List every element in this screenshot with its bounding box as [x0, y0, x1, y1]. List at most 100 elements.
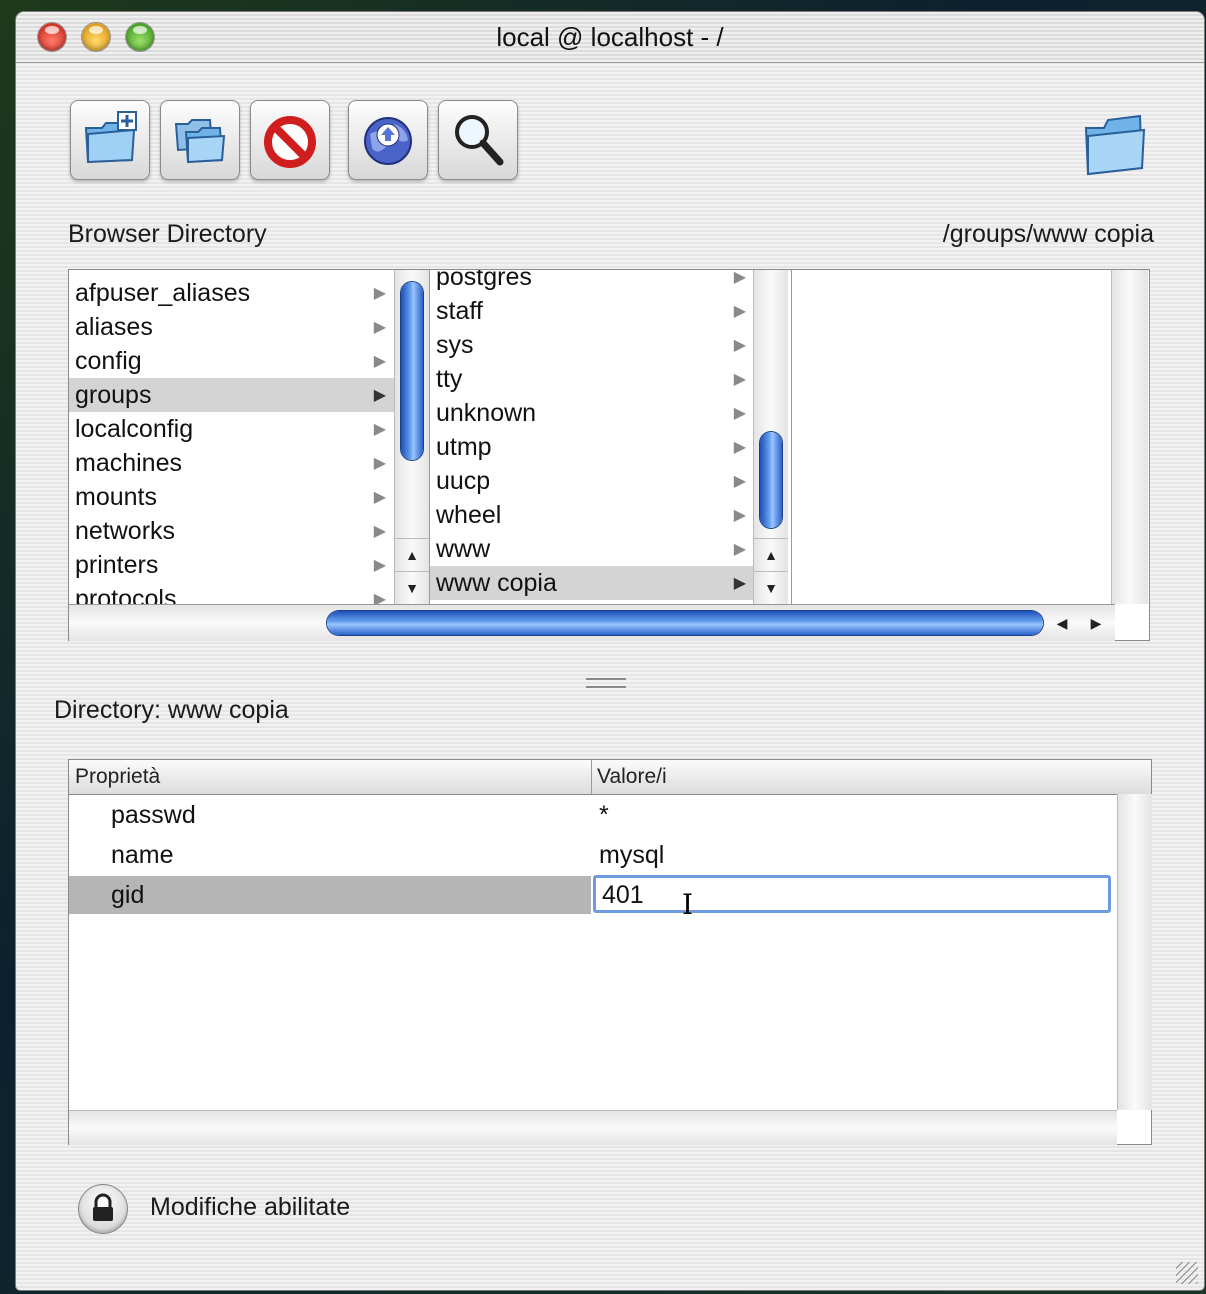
browser-item[interactable]: tty ▶ [430, 362, 754, 396]
browser-item-label: groups [75, 381, 152, 409]
title-bar[interactable]: local @ localhost - / [16, 12, 1204, 63]
browser-item-label: www [436, 535, 491, 563]
duplicate-directory-button[interactable] [160, 100, 240, 180]
folder-plus-icon [84, 111, 137, 164]
disclosure-arrow-icon: ▶ [373, 421, 386, 438]
browser-item[interactable]: unknown ▶ [430, 396, 754, 430]
browser-item-label: sys [436, 331, 474, 359]
column-1-scrollbar[interactable]: ▲ ▼ [394, 270, 429, 604]
property-key: name [111, 841, 174, 869]
folders-icon [174, 119, 226, 164]
value-edit-field[interactable]: 401 I [593, 875, 1111, 921]
window-title: local @ localhost - / [496, 22, 724, 52]
browser-item[interactable]: www copia ▶ [430, 566, 754, 600]
disclosure-arrow-icon: ▶ [733, 303, 746, 320]
horizontal-scroll-thumb[interactable] [327, 611, 1043, 635]
disclosure-arrow-icon: ▶ [733, 337, 746, 354]
lock-button[interactable] [78, 1184, 128, 1234]
selection-highlight [69, 876, 591, 914]
network-button[interactable] [348, 100, 428, 180]
browser-item[interactable]: config ▶ [69, 344, 394, 378]
property-key: passwd [111, 801, 196, 829]
browser-item-label: www copia [436, 569, 557, 597]
column-3-scrollbar[interactable] [1111, 270, 1148, 604]
browser-item[interactable]: utmp ▶ [430, 430, 754, 464]
table-vertical-scrollbar[interactable] [1117, 794, 1152, 1110]
search-button[interactable] [438, 100, 518, 180]
browser-column-1: afpuser_aliases ▶ aliases ▶ config ▶ groups ▶ lo… [69, 270, 394, 604]
browser-horizontal-scrollbar[interactable]: ◀ ▶ [69, 604, 1115, 641]
browser-item[interactable]: afpuser_aliases ▶ [69, 276, 394, 310]
browser-item[interactable]: localconfig ▶ [69, 412, 394, 446]
browser-item[interactable]: networks ▶ [69, 514, 394, 548]
browser-item[interactable]: protocols ▶ [69, 582, 394, 604]
property-value: mysql [599, 841, 665, 869]
browser-item[interactable]: uucp ▶ [430, 464, 754, 498]
disclosure-arrow-icon: ▶ [373, 523, 386, 540]
browser-item[interactable]: mounts ▶ [69, 480, 394, 514]
directory-label: Directory: www copia [54, 696, 289, 724]
browser-directory-label: Browser Directory [68, 220, 267, 248]
lock-status-label: Modifiche abilitate [150, 1193, 351, 1221]
property-key: gid [111, 881, 145, 909]
browser-item[interactable]: staff ▶ [430, 294, 754, 328]
disclosure-arrow-icon: ▶ [733, 270, 746, 286]
table-header: Proprietà Valore/i [69, 760, 1151, 795]
column-2-scrollbar[interactable]: ▲ ▼ [753, 270, 788, 604]
browser-item-label: uucp [436, 467, 491, 495]
disclosure-arrow-icon: ▶ [733, 405, 746, 422]
column-2-scroll-thumb[interactable] [760, 432, 782, 528]
split-view-divider[interactable] [586, 678, 626, 688]
directory-browser: afpuser_aliases ▶ aliases ▶ config ▶ groups ▶ lo… [68, 269, 1150, 641]
browser-item-label: mounts [75, 483, 157, 511]
browser-item[interactable]: machines ▶ [69, 446, 394, 480]
scroll-down-arrow[interactable]: ▼ [395, 571, 429, 604]
browser-item[interactable]: postgres ▶ [430, 270, 754, 294]
disclosure-arrow-icon: ▶ [733, 575, 746, 592]
property-column-header[interactable]: Proprietà [75, 765, 160, 789]
lock-icon [93, 1193, 113, 1221]
browser-item-label: afpuser_aliases [75, 279, 251, 307]
magnifier-icon [455, 115, 504, 166]
browser-item-label: localconfig [75, 415, 194, 443]
delete-directory-button[interactable] [250, 100, 330, 180]
scroll-left-arrow[interactable]: ◀ [1045, 605, 1079, 641]
browser-item-label: networks [75, 517, 176, 545]
current-path-label: /groups/www copia [942, 220, 1154, 248]
table-row[interactable]: name mysql [69, 836, 1117, 874]
column-divider[interactable] [591, 760, 592, 794]
browser-item-label: config [75, 347, 142, 375]
browser-item-label: utmp [436, 433, 492, 461]
browser-item[interactable]: sys ▶ [430, 328, 754, 362]
new-directory-button[interactable] [70, 100, 150, 180]
scroll-down-arrow[interactable]: ▼ [754, 571, 788, 604]
properties-table: Proprietà Valore/i passwd * name mysql g… [68, 759, 1152, 1145]
disclosure-arrow-icon: ▶ [373, 387, 386, 404]
value-column-header[interactable]: Valore/i [597, 765, 667, 789]
disclosure-arrow-icon: ▶ [373, 557, 386, 574]
disclosure-arrow-icon: ▶ [733, 541, 746, 558]
browser-item-label: protocols [75, 585, 177, 604]
scroll-up-arrow[interactable]: ▲ [754, 538, 788, 571]
browser-item-label: aliases [75, 313, 153, 341]
disclosure-arrow-icon: ▶ [373, 319, 386, 336]
column-1-scroll-thumb[interactable] [401, 282, 423, 460]
browser-item[interactable]: wheel ▶ [430, 498, 754, 532]
directory-folder-icon [1082, 108, 1146, 185]
browser-item[interactable]: printers ▶ [69, 548, 394, 582]
main-window: local @ localhost - / Browser Directory … [16, 12, 1204, 1290]
table-horizontal-scrollbar[interactable] [69, 1110, 1117, 1145]
scroll-right-arrow[interactable]: ▶ [1079, 605, 1113, 641]
table-row[interactable]: passwd * [69, 796, 1117, 834]
globe-upload-icon [364, 117, 412, 165]
resize-grip[interactable] [1176, 1262, 1198, 1284]
disclosure-arrow-icon: ▶ [373, 455, 386, 472]
browser-item[interactable]: www ▶ [430, 532, 754, 566]
browser-item[interactable]: aliases ▶ [69, 310, 394, 344]
table-row-selected[interactable]: gid 401 I [69, 875, 1117, 921]
text-cursor-icon: I [682, 888, 694, 921]
browser-item-label: unknown [436, 399, 537, 427]
scroll-up-arrow[interactable]: ▲ [395, 538, 429, 571]
browser-item[interactable]: groups ▶ [69, 378, 394, 412]
value-edit-text: 401 [602, 881, 644, 909]
